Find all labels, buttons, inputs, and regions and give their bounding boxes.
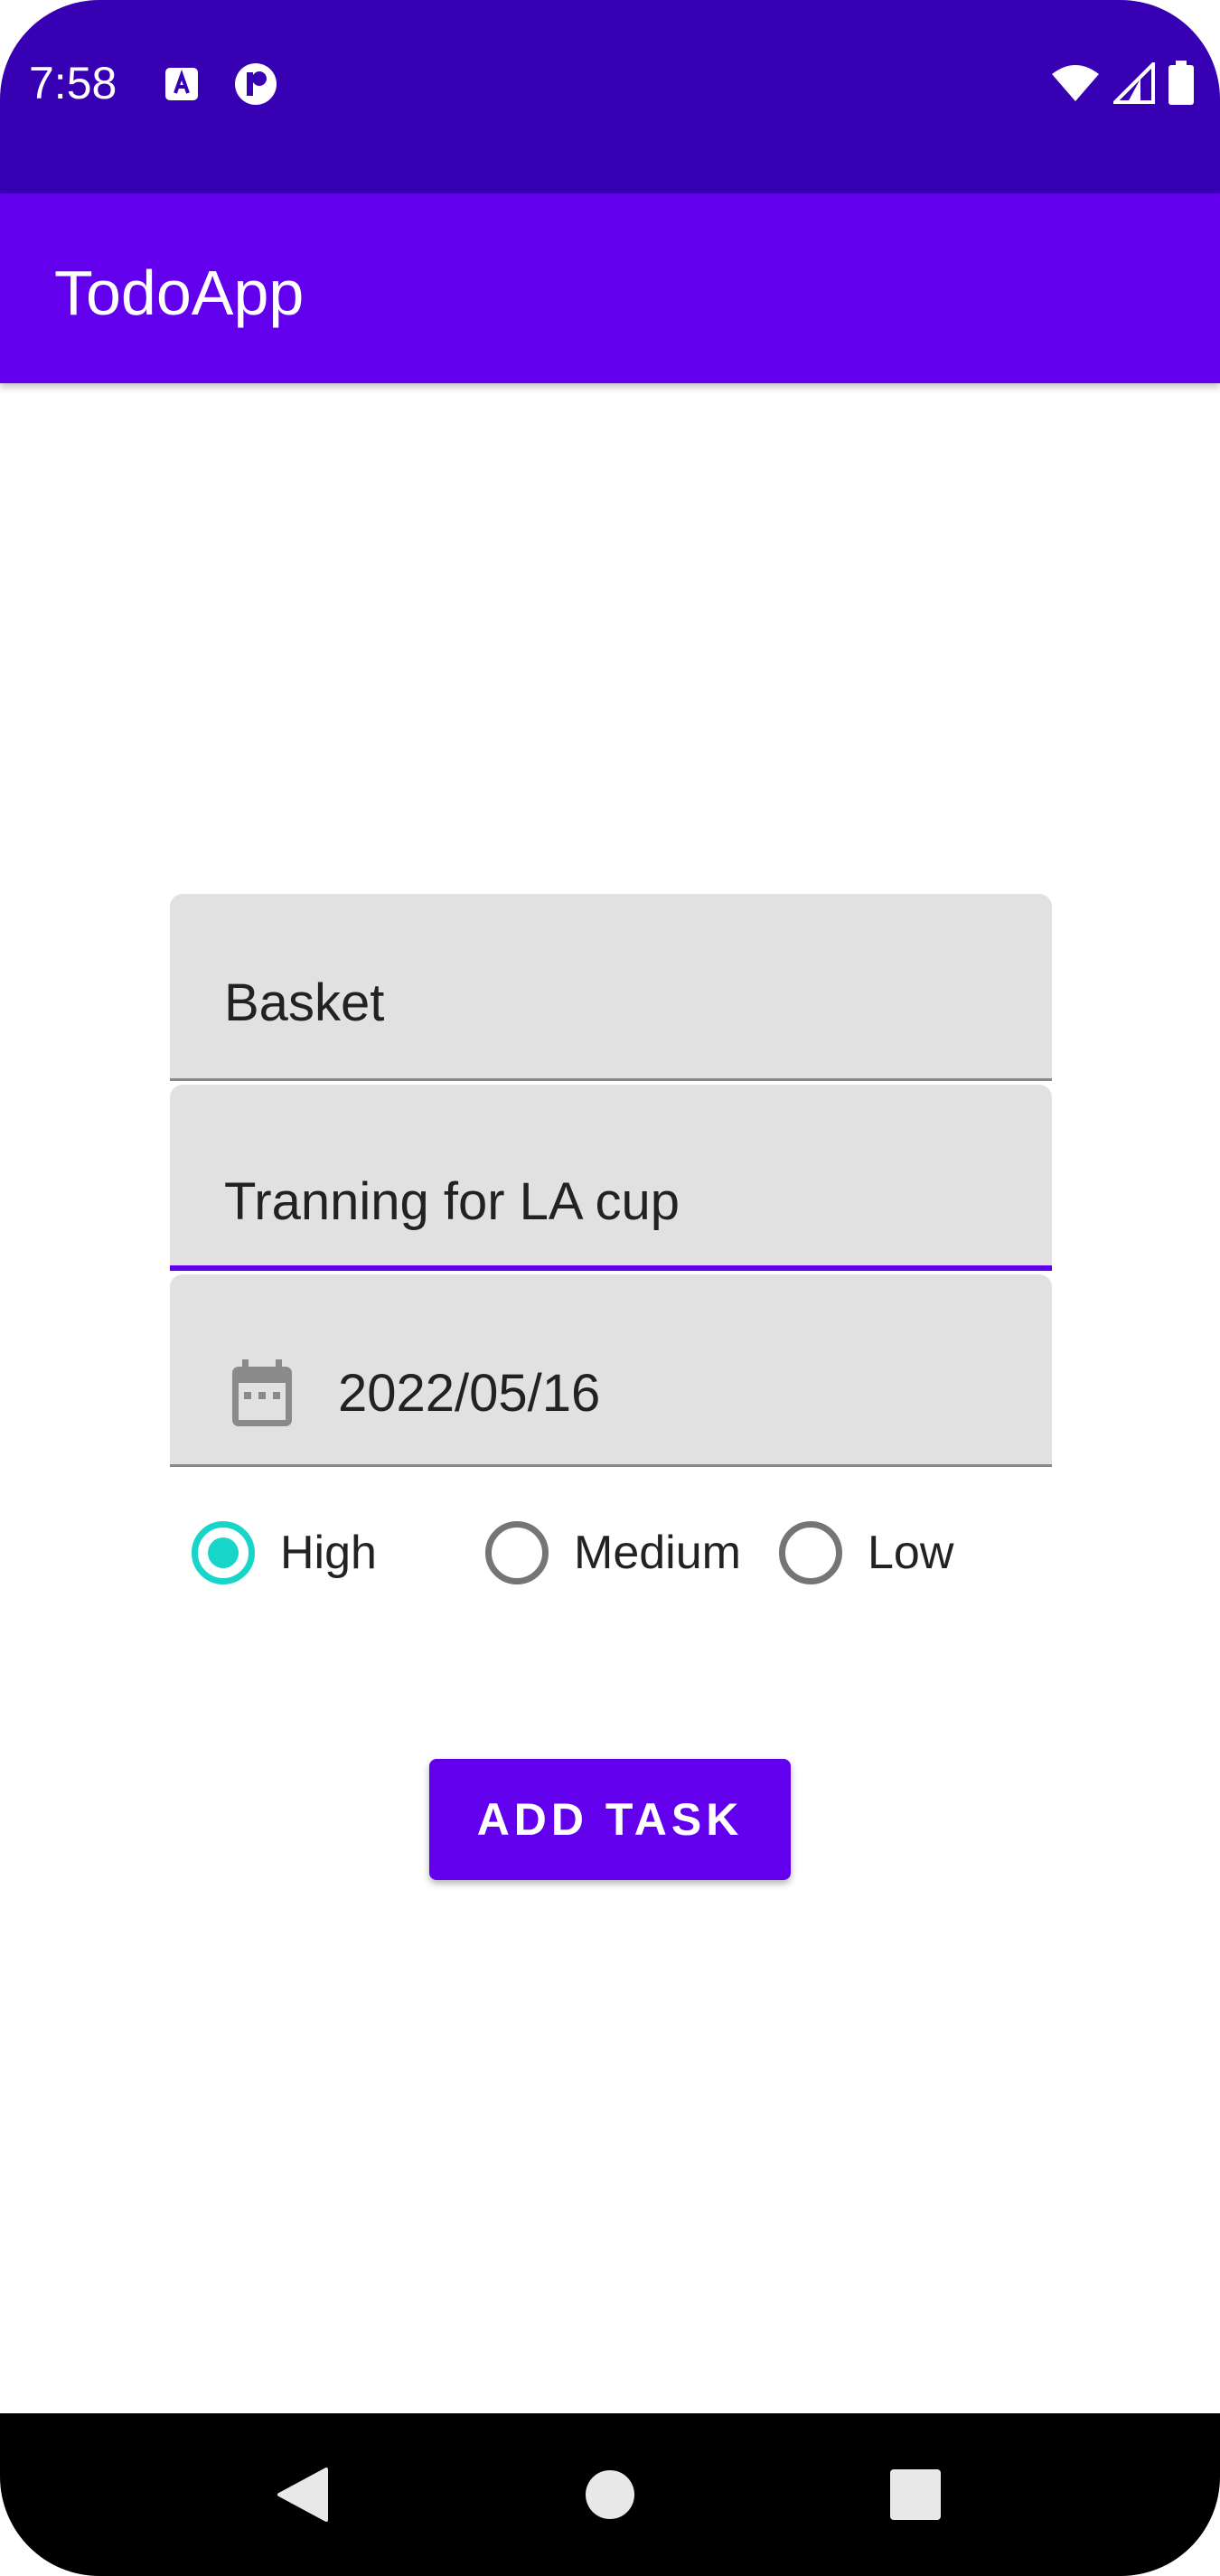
status-time: 7:58 — [29, 58, 117, 108]
nav-home-button[interactable] — [547, 2413, 673, 2576]
back-triangle-icon — [277, 2468, 328, 2522]
priority-medium-label: Medium — [574, 1527, 741, 1579]
priority-radio-group: High Medium Low — [0, 1508, 1220, 1598]
radio-unchecked-icon — [779, 1521, 842, 1584]
status-bar: 7:58 — [0, 0, 1220, 193]
radio-dot — [208, 1537, 239, 1568]
app-title: TodoApp — [54, 258, 305, 328]
cellular-signal-icon — [1113, 62, 1155, 104]
add-task-button[interactable]: ADD TASK — [429, 1759, 791, 1880]
task-description-value: Tranning for LA cup — [224, 1172, 680, 1231]
battery-icon — [1168, 61, 1194, 105]
priority-high-label: High — [280, 1527, 377, 1579]
task-description-underline — [170, 1265, 1052, 1271]
radio-checked-icon — [192, 1521, 255, 1584]
radio-unchecked-icon — [485, 1521, 549, 1584]
task-date-field[interactable]: 2022/05/16 — [170, 1274, 1052, 1467]
task-title-field[interactable]: Basket — [170, 894, 1052, 1081]
task-title-underline — [170, 1078, 1052, 1081]
calendar-icon — [232, 1359, 292, 1426]
text-app-icon — [165, 68, 198, 100]
task-date-value: 2022/05/16 — [338, 1364, 601, 1423]
nav-recents-button[interactable] — [852, 2413, 979, 2576]
priority-medium-radio[interactable]: Medium — [485, 1508, 741, 1598]
app-bar: TodoApp — [0, 193, 1220, 383]
navigation-bar — [0, 2413, 1220, 2576]
status-icons — [1050, 58, 1195, 108]
priority-high-radio[interactable]: High — [192, 1508, 377, 1598]
task-title-value: Basket — [224, 973, 385, 1032]
priority-low-radio[interactable]: Low — [779, 1508, 953, 1598]
recents-square-icon — [890, 2469, 941, 2520]
priority-low-label: Low — [868, 1527, 954, 1579]
home-circle-icon — [586, 2470, 634, 2519]
task-description-field[interactable]: Tranning for LA cup — [170, 1085, 1052, 1271]
wifi-icon — [1052, 65, 1099, 101]
task-date-underline — [170, 1464, 1052, 1467]
p-app-icon — [235, 63, 277, 105]
nav-back-button[interactable] — [239, 2413, 366, 2576]
phone-screen: 7:58 TodoApp Basket Tranning for LA cup … — [0, 0, 1220, 2576]
